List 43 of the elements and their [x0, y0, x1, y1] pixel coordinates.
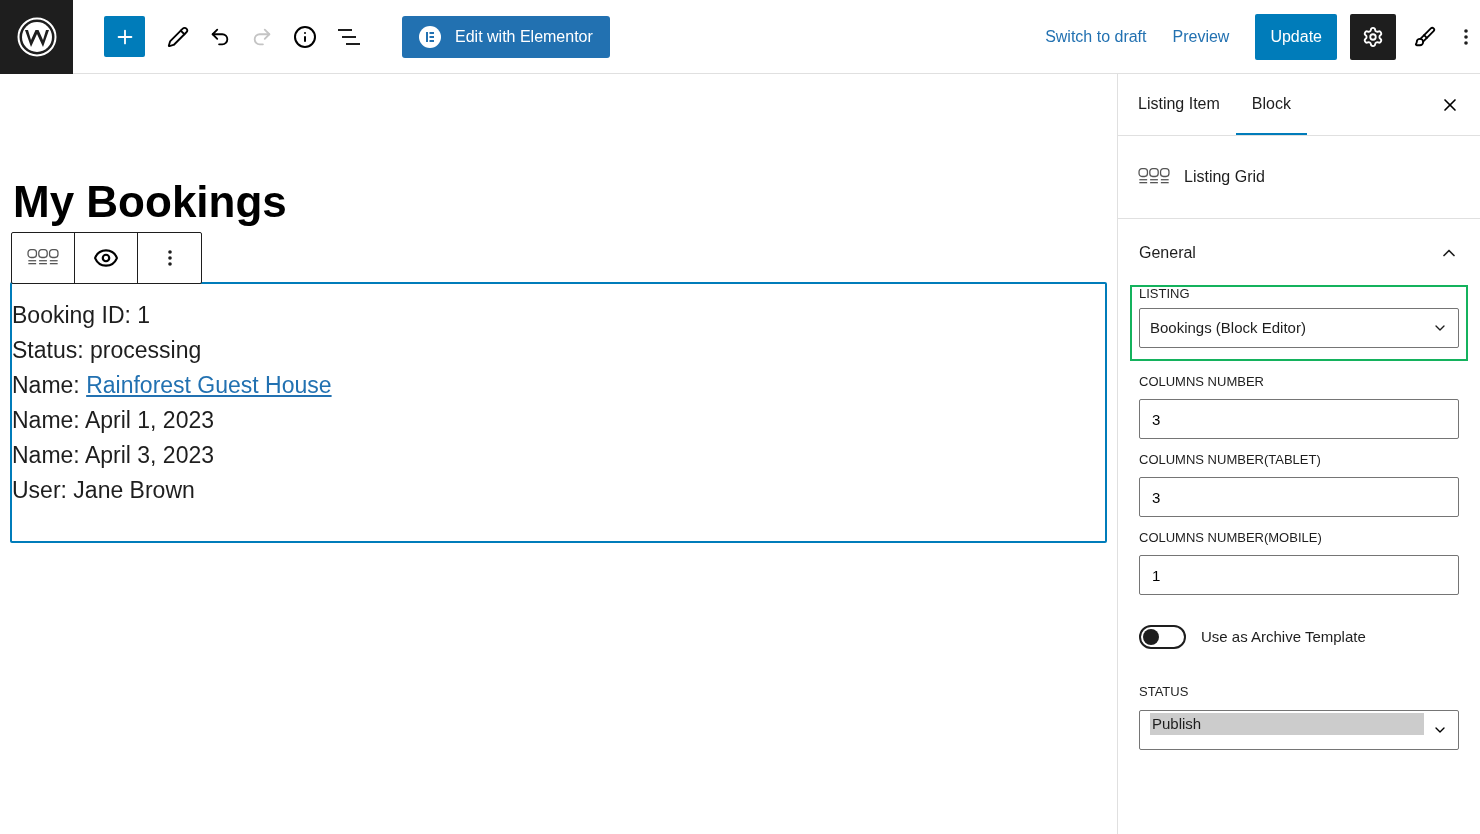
field-label: LISTING	[1139, 287, 1191, 300]
logo-tile[interactable]	[0, 0, 73, 74]
more-icon	[167, 250, 172, 266]
field-label: COLUMNS NUMBER(MOBILE)	[1139, 531, 1323, 544]
sidebar-tab[interactable]: Listing Item	[1122, 74, 1236, 135]
header-link[interactable]: Switch to draft	[1045, 24, 1147, 49]
logo-icon	[16, 16, 57, 57]
elementor-button[interactable]: Edit with Elementor	[402, 15, 610, 58]
listing-select[interactable]: Bookings (Block Editor)	[1139, 308, 1459, 348]
toggle-switch[interactable]	[1139, 625, 1186, 649]
booking-line: Name: Rainforest Guest House	[12, 371, 333, 400]
page-title: My Bookings	[13, 176, 288, 228]
booking-line: Status: processing	[12, 336, 203, 365]
booking-line: Booking ID: 1	[12, 301, 152, 330]
status-option[interactable]: Publish	[1150, 713, 1424, 735]
brush-icon	[1414, 25, 1436, 48]
more-icon	[1464, 28, 1468, 45]
number-field[interactable]: 3	[1139, 399, 1459, 439]
sidebar-tab[interactable]: Block	[1235, 74, 1307, 135]
field-label: STATUS	[1139, 685, 1190, 698]
toggle-label: Use as Archive Template	[1201, 626, 1366, 647]
info-icon	[293, 24, 317, 49]
booking-line: Name: April 1, 2023	[12, 406, 215, 435]
update-button[interactable]: Update	[1255, 13, 1337, 60]
number-field[interactable]: 1	[1139, 555, 1459, 595]
settings-button[interactable]	[1350, 13, 1396, 60]
listing-link[interactable]: Rainforest Guest House	[86, 372, 332, 398]
pencil-icon	[167, 25, 189, 48]
elementor-icon	[419, 25, 441, 48]
status-listbox[interactable]: Publish	[1139, 710, 1459, 750]
settings-icon	[1362, 25, 1384, 48]
field-label: COLUMNS NUMBER(TABLET)	[1139, 453, 1322, 466]
booking-line: User: Jane Brown	[12, 476, 196, 505]
add-block-button[interactable]	[104, 16, 145, 57]
list-view-icon	[337, 26, 361, 47]
listing-grid-icon	[1138, 168, 1170, 186]
header-link[interactable]: Preview	[1172, 24, 1230, 49]
booking-line: Name: April 3, 2023	[12, 441, 215, 470]
listing-grid-icon	[27, 249, 59, 267]
number-field[interactable]: 3	[1139, 477, 1459, 517]
field-label: COLUMNS NUMBER	[1139, 375, 1265, 388]
panel-header[interactable]: General	[1139, 221, 1459, 285]
block-name: Listing Grid	[1184, 167, 1265, 187]
